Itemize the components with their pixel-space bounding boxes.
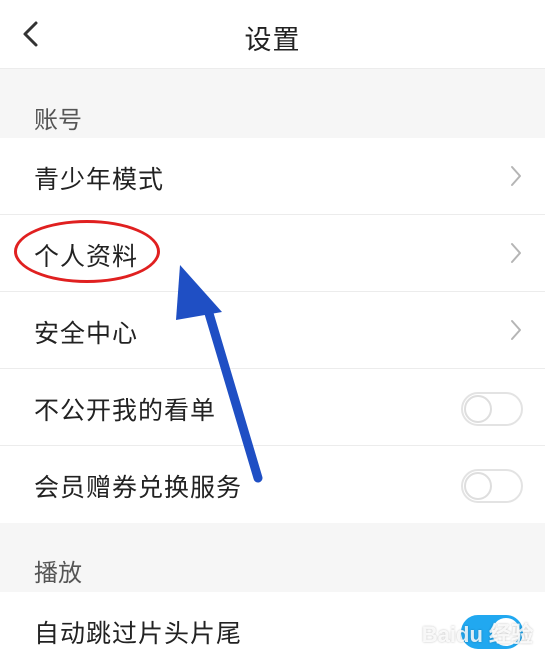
highlight-ellipse xyxy=(14,220,160,283)
coupon-redeem-toggle[interactable] xyxy=(461,469,523,503)
settings-item-label: 自动跳过片头片尾 xyxy=(34,619,243,648)
section-header-playback: 播放 xyxy=(34,559,82,587)
settings-item-security-center[interactable]: 安全中心 xyxy=(0,292,545,369)
watermark: Baidu 经验 xyxy=(421,622,533,647)
hide-watchlist-toggle[interactable] xyxy=(461,392,523,426)
chevron-right-icon xyxy=(511,166,521,186)
settings-item-label: 青少年模式 xyxy=(34,165,165,194)
settings-item-label: 不公开我的看单 xyxy=(34,396,217,425)
chevron-right-icon xyxy=(511,243,521,263)
settings-item-label: 会员赠券兑换服务 xyxy=(34,473,243,502)
toggle-knob xyxy=(464,395,492,423)
section-header-account: 账号 xyxy=(34,106,82,134)
page-title: 设置 xyxy=(244,25,301,56)
settings-item-teen-mode[interactable]: 青少年模式 xyxy=(0,138,545,215)
top-navigation-bar: 设置 xyxy=(0,0,545,69)
settings-item-label: 安全中心 xyxy=(34,319,139,348)
settings-item-coupon-redeem: 会员赠券兑换服务 xyxy=(0,446,545,523)
chevron-right-icon xyxy=(511,320,521,340)
settings-item-hide-watchlist: 不公开我的看单 xyxy=(0,369,545,446)
toggle-knob xyxy=(464,472,492,500)
